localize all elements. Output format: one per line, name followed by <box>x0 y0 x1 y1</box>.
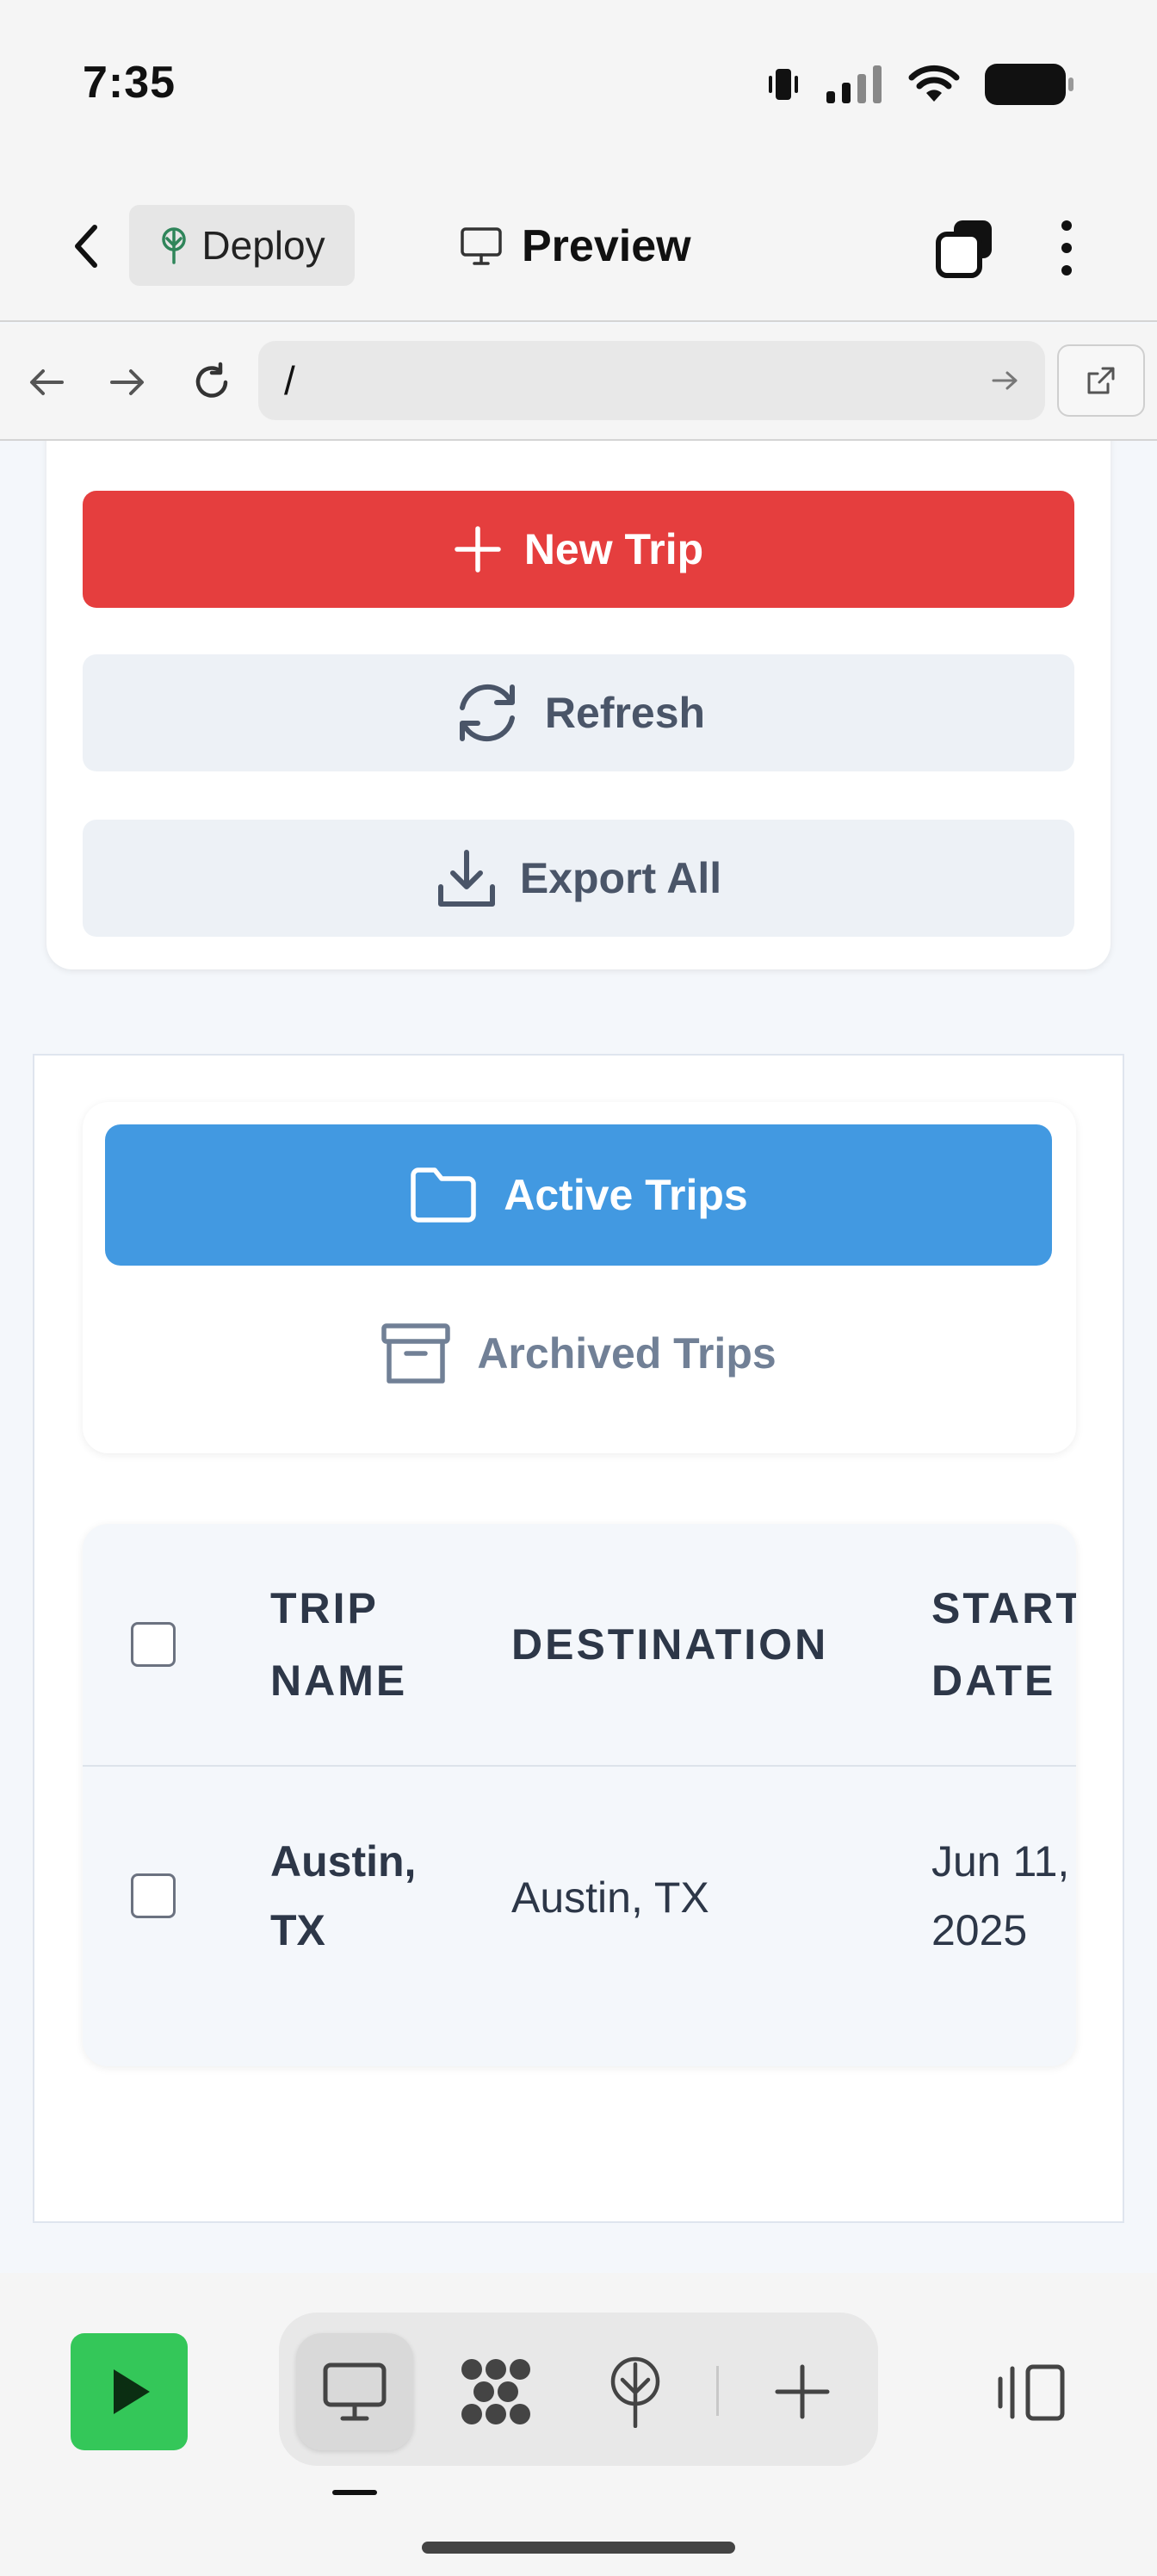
plus-icon <box>455 526 501 573</box>
tab-active-trips[interactable]: Active Trips <box>105 1124 1052 1266</box>
cell-start-date: Jun 11, 2025 <box>931 1827 1069 1965</box>
column-header-line: START <box>931 1584 1076 1632</box>
column-header-line: DATE <box>931 1656 1056 1705</box>
refresh-button[interactable]: Refresh <box>83 654 1074 771</box>
cell-line: TX <box>270 1906 325 1954</box>
select-all-checkbox[interactable] <box>131 1622 176 1667</box>
tool-group <box>279 2313 878 2466</box>
more-dot <box>1061 220 1072 231</box>
preview-title: Preview <box>460 212 691 281</box>
reload-button[interactable] <box>186 356 238 408</box>
tab-archived-trips[interactable]: Archived Trips <box>105 1283 1052 1424</box>
more-options-button[interactable] <box>1045 215 1088 281</box>
url-bar: / <box>0 324 1157 441</box>
deploy-tool-button[interactable] <box>577 2333 694 2450</box>
app-header: Deploy Preview <box>0 172 1157 322</box>
status-icons <box>764 62 1074 107</box>
preview-label: Preview <box>522 221 691 271</box>
panel-toggle-icon <box>998 2364 1065 2421</box>
refresh-icon <box>459 684 515 742</box>
tabs-icon <box>936 220 992 278</box>
workspace-tool-button[interactable] <box>437 2333 554 2450</box>
signal-icon <box>826 65 882 103</box>
chevron-left-icon <box>75 225 97 268</box>
trips-table: TRIP NAME DESTINATION START DATE Austin,… <box>83 1524 1076 2066</box>
external-link-icon <box>1087 367 1115 394</box>
reload-icon <box>195 362 228 398</box>
actions-card: New Trip Refresh Export All <box>46 441 1111 969</box>
cell-destination: Austin, TX <box>511 1873 709 1922</box>
deploy-button[interactable]: Deploy <box>129 205 355 286</box>
arrow-left-icon <box>30 369 64 395</box>
deploy-label: Deploy <box>201 223 325 268</box>
deploy-tree-icon <box>162 227 187 264</box>
column-header-line: NAME <box>270 1656 408 1705</box>
tab-archived-trips-label: Archived Trips <box>477 1329 776 1378</box>
folder-icon <box>411 1167 477 1223</box>
column-destination[interactable]: DESTINATION <box>511 1608 828 1681</box>
monitor-icon <box>461 227 502 265</box>
refresh-label: Refresh <box>544 689 706 737</box>
status-bar: 7:35 <box>0 0 1157 172</box>
arrow-right-icon <box>110 369 144 395</box>
table-header: TRIP NAME DESTINATION START DATE <box>83 1524 1076 1767</box>
deploy-tree-icon <box>610 2356 660 2428</box>
trips-panel: Active Trips Archived Trips TRIP NAME DE… <box>33 1054 1124 2223</box>
cell-line: Jun 11, <box>931 1837 1070 1886</box>
url-input[interactable]: / <box>258 341 1045 420</box>
open-external-button[interactable] <box>1057 344 1145 417</box>
preview-content: New Trip Refresh Export All Active Trips… <box>0 441 1157 2273</box>
toggle-panel-button[interactable] <box>990 2354 1073 2431</box>
column-header-line: DESTINATION <box>511 1620 829 1669</box>
nav-forward-button[interactable] <box>102 356 153 408</box>
cell-line: Austin, <box>270 1837 417 1886</box>
add-tool-button[interactable] <box>744 2333 861 2450</box>
column-trip-name[interactable]: TRIP NAME <box>270 1572 407 1717</box>
active-tab-indicator <box>332 2490 377 2495</box>
go-arrow-icon[interactable] <box>992 369 1019 392</box>
nav-back-button[interactable] <box>21 356 72 408</box>
wifi-icon <box>908 65 960 102</box>
status-time: 7:35 <box>83 58 176 108</box>
cell-line: 2025 <box>931 1906 1028 1954</box>
battery-icon <box>985 64 1073 105</box>
export-all-label: Export All <box>519 854 722 902</box>
url-text: / <box>284 358 295 403</box>
column-header-line: TRIP <box>270 1584 379 1632</box>
trip-tabs: Active Trips Archived Trips <box>83 1102 1076 1453</box>
plus-icon <box>775 2364 830 2419</box>
table-row[interactable]: Austin, TX Austin, TX Jun 11, 2025 <box>83 1768 1076 2066</box>
more-dot <box>1061 265 1072 276</box>
bottom-toolbar <box>0 2273 1157 2576</box>
cell-trip-name: Austin, TX <box>270 1827 416 1965</box>
run-button[interactable] <box>71 2333 188 2450</box>
apps-grid-icon <box>461 2359 530 2424</box>
column-start-date[interactable]: START DATE <box>931 1572 1076 1717</box>
tool-divider <box>716 2366 719 2416</box>
preview-tool-button[interactable] <box>296 2333 413 2450</box>
row-checkbox[interactable] <box>131 1873 176 1918</box>
download-icon <box>437 850 495 907</box>
new-trip-label: New Trip <box>523 525 704 573</box>
tab-active-trips-label: Active Trips <box>504 1171 748 1219</box>
monitor-icon <box>323 2362 387 2421</box>
vibrate-icon <box>769 69 798 100</box>
home-indicator <box>422 2542 735 2554</box>
more-dot <box>1061 243 1072 253</box>
archive-icon <box>381 1323 451 1384</box>
new-trip-button[interactable]: New Trip <box>83 491 1074 608</box>
tabs-button[interactable] <box>933 217 995 279</box>
export-all-button[interactable]: Export All <box>83 820 1074 937</box>
back-button[interactable] <box>60 220 112 272</box>
play-icon <box>114 2369 150 2414</box>
